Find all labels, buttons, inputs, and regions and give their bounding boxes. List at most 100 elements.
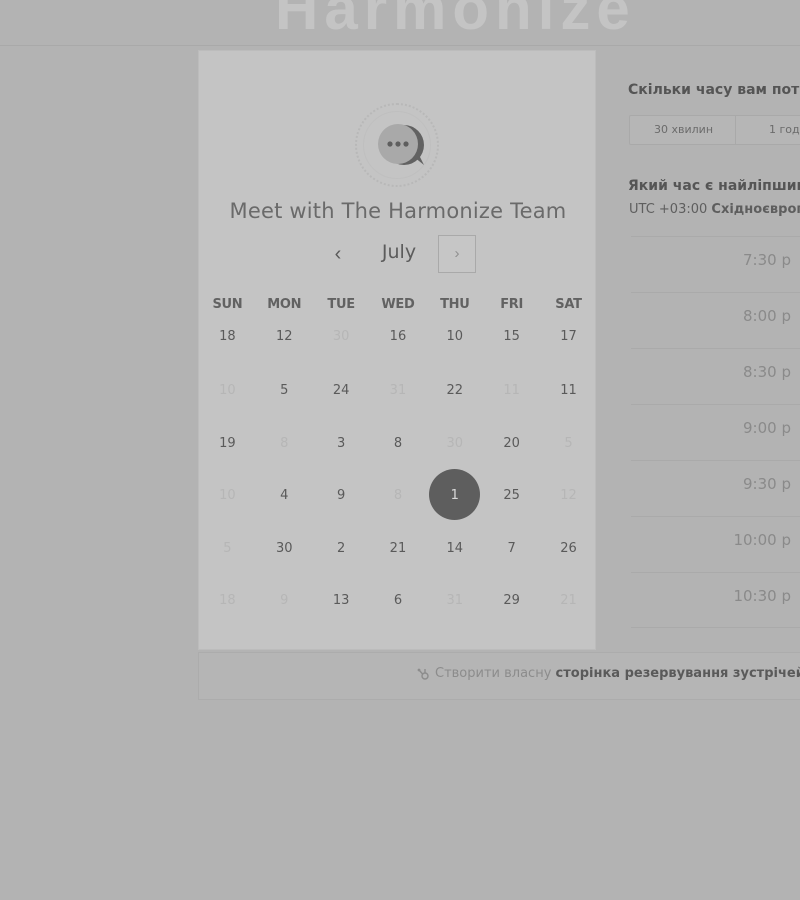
weekday-label: TUE (327, 297, 355, 312)
calendar-day-number: 12 (275, 329, 293, 344)
calendar-day-number: 5 (564, 435, 573, 451)
timezone-offset: UTC +03:00 (629, 202, 708, 217)
calendar-day-number: 4 (280, 488, 289, 504)
calendar-day-number: 14 (446, 540, 464, 556)
calendar-day: 11 (483, 369, 540, 421)
weekday-label: SAT (555, 297, 582, 312)
calendar-day-number: 30 (446, 435, 464, 451)
calendar-day: 10 (199, 474, 256, 526)
time-slot-label: 8:00 p (743, 307, 791, 325)
calendar-day-number: 8 (393, 435, 403, 451)
previous-month-button[interactable]: ‹ (325, 239, 351, 269)
calendar-day[interactable]: 17 (540, 317, 597, 369)
calendar-day[interactable]: 19 (199, 422, 256, 474)
calendar-day[interactable]: 9 (313, 474, 370, 526)
calendar-day[interactable]: 26 (540, 527, 597, 579)
duration-option-1hour[interactable]: 1 годи (769, 116, 800, 144)
time-slot-label: 8:30 p (743, 363, 791, 381)
time-slot-label: 9:30 p (743, 475, 791, 493)
time-slot[interactable]: 7:30 p (631, 236, 800, 292)
calendar-day[interactable]: 3 (313, 422, 370, 474)
calendar-day-number: 30 (332, 329, 350, 344)
calendar-day: 18 (199, 579, 256, 631)
calendar-week-row: 10 5 24 31 22 11 11 (199, 369, 597, 421)
calendar-day[interactable]: 7 (483, 527, 540, 579)
calendar-day[interactable]: 6 (370, 579, 427, 631)
top-header: Harmonize (0, 0, 800, 46)
month-navigation: ‹ July › (199, 235, 597, 277)
calendar-day-number: 13 (332, 592, 350, 608)
header-logo: Harmonize (275, 0, 636, 42)
booking-card: Meet with The Harmonize Team ‹ July › SU… (198, 50, 596, 650)
calendar-day[interactable]: 20 (483, 422, 540, 474)
duration-question: Скільки часу вам потр (628, 82, 800, 98)
calendar-day-number: 2 (336, 540, 346, 556)
calendar-day[interactable]: 15 (483, 317, 540, 369)
time-slot[interactable]: 8:30 p (631, 348, 800, 404)
duration-divider (735, 116, 736, 144)
calendar-day[interactable]: 12 (256, 317, 313, 369)
calendar-day[interactable]: 29 (483, 579, 540, 631)
calendar-day[interactable]: 4 (256, 474, 313, 526)
calendar-day-selected[interactable]: 1 (426, 469, 483, 526)
calendar-day-number: 5 (280, 383, 289, 399)
calendar-day-number: 17 (560, 329, 577, 344)
footer-link[interactable]: сторінка резервування зустрічей (556, 666, 800, 681)
calendar-day[interactable]: 22 (426, 369, 483, 421)
calendar-day: 5 (199, 527, 256, 579)
time-slot[interactable]: 9:30 p (631, 460, 800, 516)
calendar-day-number: 7 (507, 540, 516, 556)
calendar-day[interactable]: 2 (313, 527, 370, 579)
calendar-day-number: 26 (560, 540, 577, 556)
next-month-button[interactable]: › (438, 235, 476, 273)
time-slot[interactable]: 8:00 p (631, 292, 800, 348)
calendar-week-row: 18 12 30 16 10 15 17 (199, 317, 597, 369)
calendar-grid: SUN MON TUE WED THU FRI SAT 18 12 30 16 10 15 17 10 5 2… (199, 297, 597, 631)
weekday-header-row: SUN MON TUE WED THU FRI SAT (199, 297, 597, 317)
duration-options: 30 хвилин 1 годи (629, 115, 800, 145)
calendar-day[interactable]: 13 (313, 579, 370, 631)
time-slot[interactable]: 10:00 p (631, 516, 800, 572)
weekday-label: FRI (500, 297, 524, 312)
calendar-day-number: 10 (219, 383, 236, 399)
calendar-day: 21 (540, 579, 597, 631)
calendar-day[interactable]: 30 (256, 527, 313, 579)
calendar-day[interactable]: 18 (199, 317, 256, 369)
calendar-day[interactable]: 16 (370, 317, 427, 369)
calendar-week-row: 10 4 9 8 1 25 12 (199, 469, 597, 526)
calendar-day[interactable]: 5 (256, 369, 313, 421)
calendar-day: 10 (199, 369, 256, 421)
calendar-day-number: 25 (503, 488, 520, 504)
time-slot-label: 10:30 p (733, 587, 791, 605)
calendar-day-number: 11 (503, 383, 520, 399)
calendar-day-number: 15 (503, 329, 520, 344)
weekday-label: THU (440, 297, 470, 312)
calendar-day-number: 24 (332, 383, 350, 399)
calendar-day-number: 3 (336, 435, 346, 451)
timezone-name: Східноєвроп (711, 202, 800, 217)
calendar-day-number: 22 (446, 383, 464, 399)
timezone-selector[interactable]: UTC +03:00 Східноєвроп (629, 202, 800, 217)
calendar-day[interactable]: 24 (313, 369, 370, 421)
calendar-day-number: 31 (446, 592, 464, 608)
calendar-day[interactable]: 25 (483, 474, 540, 526)
calendar-day-number: 20 (503, 435, 520, 451)
calendar-day[interactable]: 8 (370, 422, 427, 474)
calendar-day-number: 18 (219, 329, 236, 344)
calendar-week-row: 18 9 13 6 31 29 21 (199, 579, 597, 631)
footer-bar: Створити власну сторінка резервування зу… (198, 652, 800, 700)
calendar-day[interactable]: 14 (426, 527, 483, 579)
weekday-label: SUN (212, 297, 243, 312)
duration-option-30min[interactable]: 30 хвилин (654, 116, 713, 144)
calendar-day-number: 10 (219, 488, 236, 504)
calendar-day: 12 (540, 474, 597, 526)
calendar-day-number: 8 (393, 488, 403, 504)
calendar-day[interactable]: 21 (370, 527, 427, 579)
calendar-week-row: 5 30 2 21 14 7 26 (199, 527, 597, 579)
calendar-day[interactable]: 10 (426, 317, 483, 369)
calendar-day[interactable]: 11 (540, 369, 597, 421)
calendar-day-number: 18 (219, 592, 236, 608)
time-slot[interactable]: 9:00 p (631, 404, 800, 460)
calendar-day-number: 19 (219, 435, 236, 451)
time-slot[interactable]: 10:30 p (631, 572, 800, 628)
